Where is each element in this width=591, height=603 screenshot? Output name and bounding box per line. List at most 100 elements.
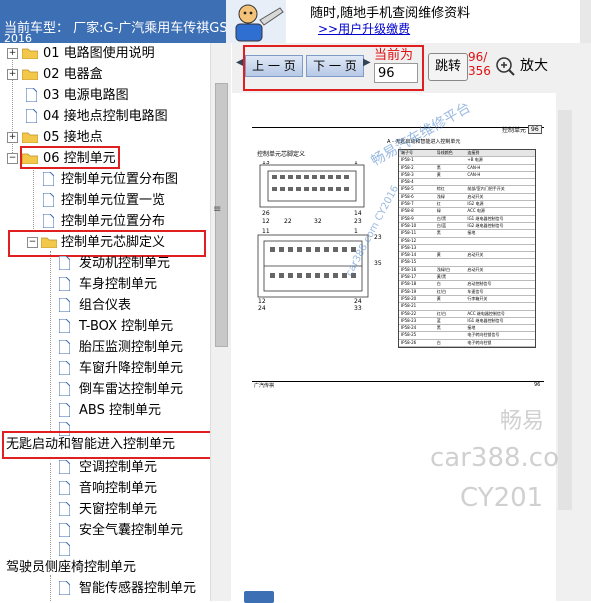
vehicle-year: 2016 [4,32,32,43]
document-page[interactable]: 控制单元 96 A - 无匙启动和智能进入控制单元 控制单元芯脚定义 13 1 [232,93,560,601]
tree-item-label: 天窗控制单元 [79,502,158,517]
document-icon [59,460,70,474]
tree-item-label: 02 电器盒 [43,67,103,82]
expand-icon[interactable]: + [7,69,18,80]
table-cell [435,303,466,309]
table-cell: 黄 [436,252,441,258]
table-cell [465,238,535,244]
tree-item-label: 03 电源电路图 [43,88,129,103]
table-cell [465,303,535,309]
document-icon [59,361,70,375]
table-cell: IP58-8 [401,208,414,214]
table-row: IP58-2 黑 CAN-H [399,165,535,172]
table-cell: 白 [436,281,441,287]
tree-item-label: 车身控制单元 [79,277,158,292]
expand-icon[interactable]: + [7,48,18,59]
directory-tree[interactable]: + 01 电路图使用说明 + 02 电器盒 03 电源电路图 04 接地点控制电… [0,43,210,601]
table-cell [435,245,466,251]
page-footer-rule [252,381,544,382]
watermark-text: CY201 [460,483,544,513]
table-cell: 启动开关 [467,193,484,199]
splitter-grip-icon[interactable]: ≡ [213,204,221,215]
toolbar: ◀ 上 一 页 下 一 页 ▶ 当前为 96 跳转 96/ 356 放大 [232,43,591,93]
pin-label: 23 [354,218,362,225]
table-row: IP58-19 红/白 车速信号 [399,289,535,296]
table-cell: IP58-17 [401,274,417,280]
table-cell: 白/黑 [436,215,447,221]
scrollbar-thumb[interactable] [215,83,228,347]
table-cell: 黄 [436,295,441,301]
jump-button[interactable]: 跳转 [428,53,468,81]
table-cell: 车速信号 [467,288,484,294]
expand-icon[interactable]: + [7,132,18,143]
folder-icon [22,69,38,80]
table-cell: IP58-3 [401,171,414,177]
table-cell [435,259,466,265]
table-cell: IP58-11 [401,230,417,236]
watermark-text: 畅易 [500,409,545,434]
table-cell: IP58-20 [401,295,417,301]
tree-item-label: 控制单元位置分布 [61,214,166,229]
table-row: IP58-21 [399,303,535,311]
tree-item-label: 音响控制单元 [79,481,158,496]
table-cell: IP58-4 [401,179,414,185]
table-cell: IG1 继电器控制信号 [467,215,504,221]
watermark-text: car388.co [430,443,560,473]
document-icon [59,581,70,595]
table-cell: 白/蓝 [436,222,447,228]
document-icon [59,481,70,495]
table-cell: IP58-18 [401,281,417,287]
page-header-rule [252,127,544,128]
table-row: IP58-6 浅绿 启动开关 [399,193,535,202]
zoom-in-button[interactable]: 放大 [494,53,554,79]
table-cell: 红 [436,201,441,207]
table-cell: IG2 继电器控制信号 [467,222,504,228]
table-cell: IP58-22 [401,310,417,316]
document-icon [59,298,70,312]
table-row: IP58-16 浅绿/白 启动开关 [399,267,535,275]
table-cell: IP58-19 [401,288,417,294]
upgrade-link[interactable]: >>用户升级缴费 [318,20,410,37]
document-icon [59,542,70,556]
tree-item-label: 安全气囊控制单元 [79,523,184,538]
table-cell: IP58-24 [401,325,417,331]
table-row: IP58-20 黄 行李箱开关 [399,295,535,304]
table-cell: 前部/室内门把手开关 [467,186,505,192]
tree-line [50,575,51,601]
table-row: IP58-22 红/白 ACC 继电器控制信号 [399,311,535,318]
table-row: IP58-26 白 电子转向柱锁 [399,340,535,348]
table-cell [435,332,466,338]
table-row: IP58-11 黑 接地 [399,230,535,238]
tree-item-label: 04 接地点控制电路图 [43,109,168,124]
page-count: 96/ 356 [468,50,491,78]
tree-item-label: 组合仪表 [79,298,132,313]
table-row: IP58-15 [399,259,535,267]
bottom-tab[interactable] [244,591,274,603]
table-row: IP58-13 [399,244,535,253]
table-cell: 红/白 [436,310,447,316]
collapse-icon[interactable]: − [7,153,18,164]
zoom-in-icon [496,57,515,76]
table-cell: 接地 [467,230,476,236]
document-icon [43,172,54,186]
pin-label: 33 [354,305,362,311]
highlight-box [2,431,210,459]
document-viewer: ◀ 上 一 页 下 一 页 ▶ 当前为 96 跳转 96/ 356 放大 控制单… [232,43,591,603]
table-cell [465,179,535,185]
table-row: IP58-18 白 启动控制信号 [399,281,535,289]
page-footer-left: 广汽传祺 [254,383,275,389]
table-cell: IP58-10 [401,222,417,228]
table-cell [435,157,466,163]
table-cell: 绿 [436,208,441,214]
table-cell [465,274,535,280]
table-row: IP58-9 白/黑 IG1 继电器控制信号 [399,216,535,223]
document-icon [59,340,70,354]
total-pages: 356 [468,64,491,78]
tree-scrollbar[interactable] [210,43,231,601]
page-scrollbar[interactable] [558,110,572,510]
highlight-box [243,45,424,91]
table-row: IP58-14 黄 启动开关 [399,252,535,260]
table-cell: IP58-13 [401,244,417,250]
table-row: IP58-4 [399,179,535,187]
table-row: IP58-1 +B 电源 [399,157,535,165]
